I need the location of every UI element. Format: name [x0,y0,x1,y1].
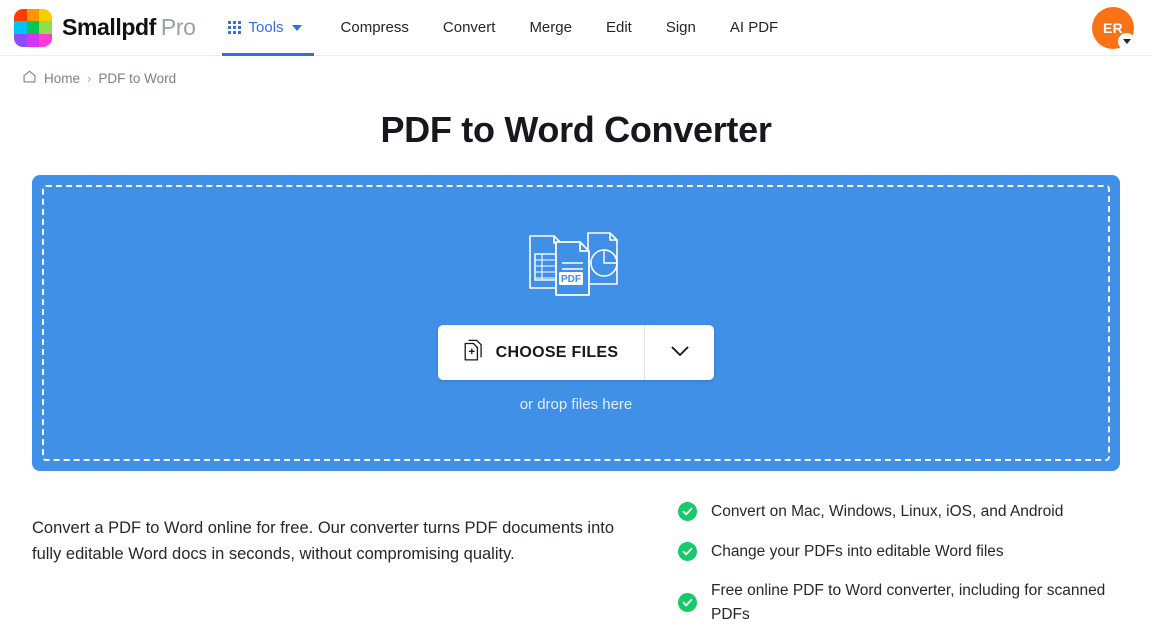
nav-item-label: Compress [340,19,409,36]
top-header: Smallpdf Pro Tools Compress Convert Merge… [0,0,1152,56]
drop-files-hint: or drop files here [519,396,633,413]
logo-cell [39,8,52,22]
dropzone-content: PDF CHOOSE FILES or drop files here [437,229,715,413]
logo-cell [26,8,40,22]
page-title: PDF to Word Converter [380,109,772,150]
nav-item-edit[interactable]: Edit [589,0,649,56]
nav-item-sign[interactable]: Sign [649,0,713,56]
choose-files-label: CHOOSE FILES [495,343,619,361]
breadcrumb-home[interactable]: Home [44,71,80,86]
nav-item-label: Sign [665,19,696,36]
list-item: Change your PDFs into editable Word file… [678,540,1120,564]
logo-cell [39,33,52,47]
nav-item-ai-pdf[interactable]: AI PDF [713,0,795,56]
logo-cell [39,21,52,34]
account-chevron-badge[interactable] [1118,33,1135,50]
info-section: Convert a PDF to Word online for free. O… [32,498,1120,626]
chevron-down-icon [671,344,689,362]
nav-item-label: AI PDF [729,19,779,36]
logo-cell [14,21,27,34]
main-navigation: Tools Compress Convert Merge Edit Sign A… [221,0,796,56]
home-icon [22,69,37,87]
check-circle-icon [678,593,697,613]
nav-item-tools[interactable]: Tools [221,0,314,56]
choose-files-dropdown-button[interactable] [644,325,714,380]
pdf-badge-label: PDF [561,274,581,285]
nav-item-label: Edit [605,19,632,36]
feature-list: Convert on Mac, Windows, Linux, iOS, and… [678,498,1120,626]
check-circle-icon [678,502,697,522]
grid-icon [227,21,241,34]
breadcrumb-separator: › [87,70,92,86]
tool-description: Convert a PDF to Word online for free. O… [32,518,615,564]
feature-label: Change your PDFs into editable Word file… [711,542,1004,560]
nav-item-compress[interactable]: Compress [324,0,426,56]
logo-cell [26,21,40,34]
file-dropzone[interactable]: PDF CHOOSE FILES or drop files here [32,175,1120,471]
brand-name: Smallpdf [62,14,156,40]
breadcrumb-current: PDF to Word [98,70,177,86]
nav-item-merge[interactable]: Merge [512,0,589,56]
chevron-down-icon [291,24,302,31]
nav-item-label: Merge [529,19,572,36]
logo-cell [14,8,27,22]
add-document-icon [464,339,485,367]
breadcrumb: Home › PDF to Word [22,69,1152,87]
logo-cell [26,33,40,47]
documents-illustration-icon: PDF [526,229,626,302]
list-item: Convert on Mac, Windows, Linux, iOS, and… [678,500,1120,524]
brand-logo[interactable]: Smallpdf Pro [14,8,196,47]
avatar-initials: ER [1102,20,1124,36]
nav-item-convert[interactable]: Convert [426,0,513,56]
choose-files-group: CHOOSE FILES [437,325,715,380]
list-item: Free online PDF to Word converter, inclu… [678,579,1120,626]
brand-suffix: Pro [160,14,196,40]
choose-files-button[interactable]: CHOOSE FILES [438,325,645,380]
chevron-down-icon [1122,39,1131,44]
logo-cell [14,33,27,47]
check-circle-icon [678,541,697,561]
brand-wordmark: Smallpdf Pro [62,14,196,41]
nav-item-label: Convert [442,19,496,36]
nav-item-tools-label: Tools [248,19,284,36]
feature-label: Free online PDF to Word converter, inclu… [711,582,1106,623]
smallpdf-logo-icon [14,8,52,47]
account-menu[interactable]: ER [1092,7,1135,50]
feature-label: Convert on Mac, Windows, Linux, iOS, and… [711,503,1064,520]
